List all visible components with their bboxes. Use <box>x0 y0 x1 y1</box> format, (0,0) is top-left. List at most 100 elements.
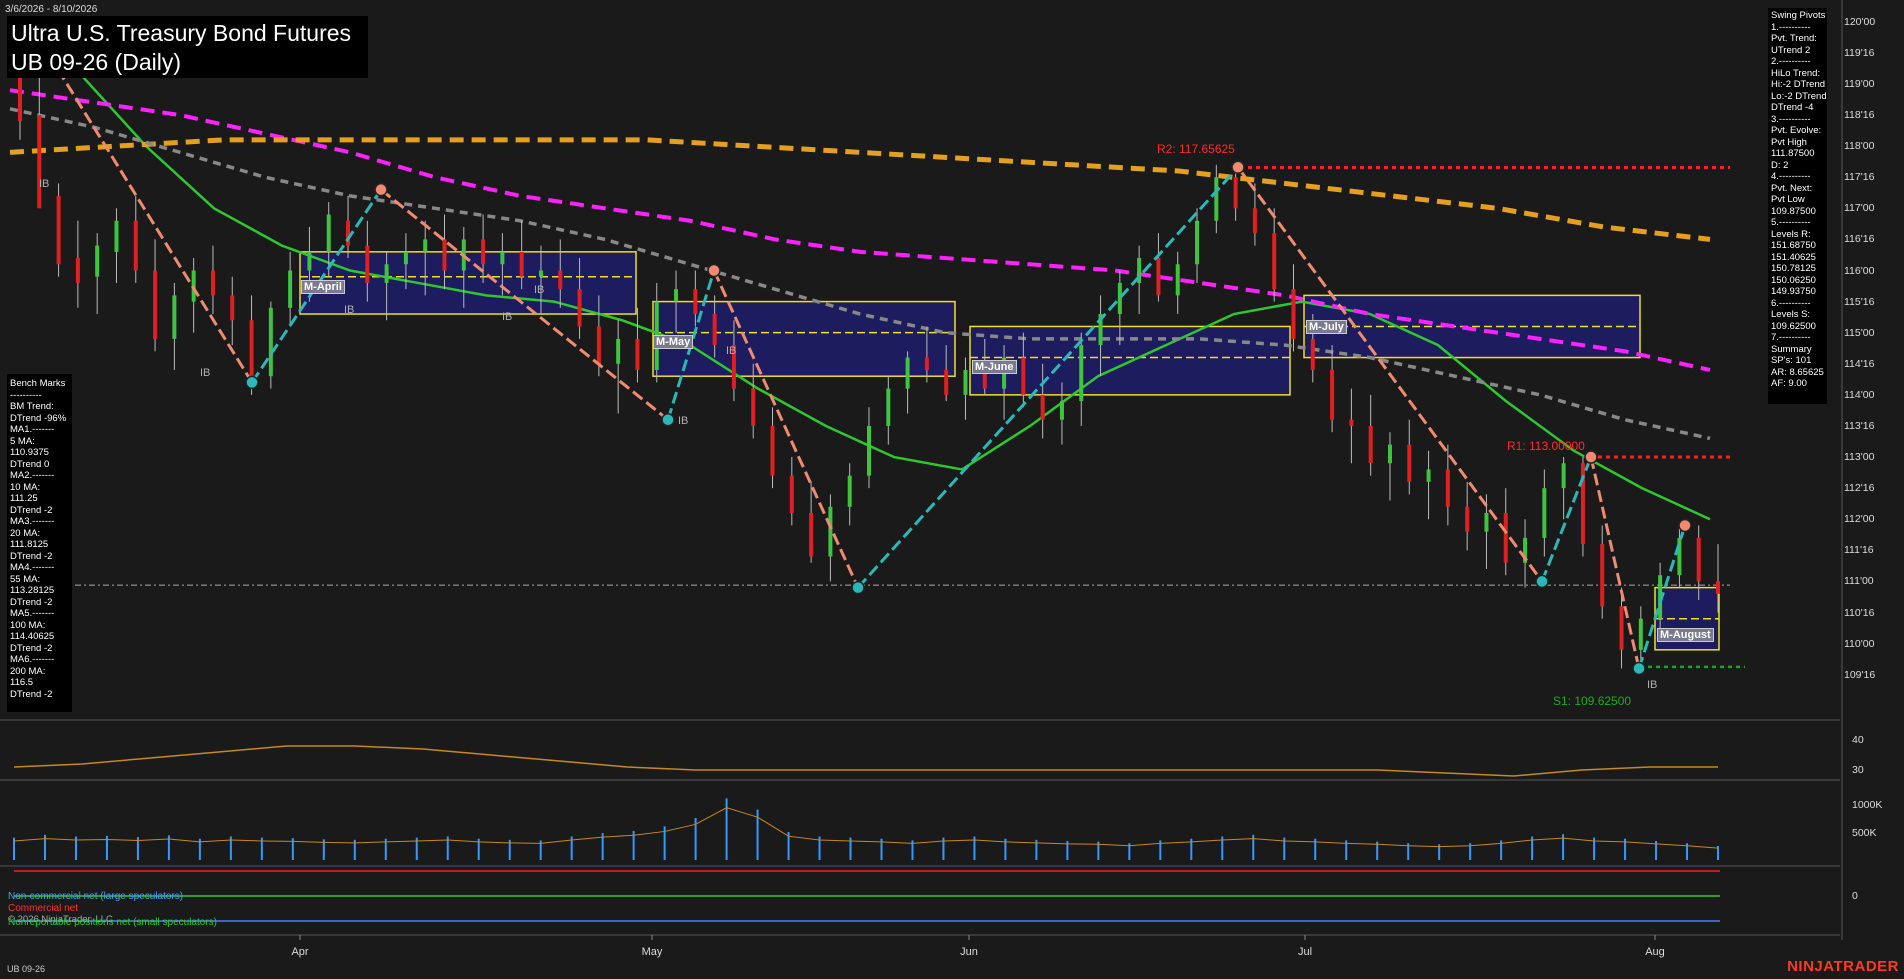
price-tick: 116'00 <box>1844 264 1875 277</box>
instrument-footer: UB 09-26 <box>7 964 46 974</box>
price-tick: 119'16 <box>1844 46 1875 59</box>
pivot-leg <box>1589 456 1641 669</box>
price-tick: 112'16 <box>1844 482 1875 495</box>
price-tick: 111'16 <box>1844 544 1874 557</box>
bench-mark-line: 113.28125 <box>10 585 55 596</box>
pivot-low-marker <box>1632 661 1646 676</box>
candle-down <box>1252 208 1257 234</box>
swing-pivot-line: Pvt. Next: <box>1771 182 1813 194</box>
candle-down <box>635 338 640 370</box>
swing-pivot-line: Pvt. Trend: <box>1771 33 1817 44</box>
bench-mark-line: 100 MA: <box>10 619 46 631</box>
candle-up <box>403 251 408 265</box>
ib-label: IB <box>534 284 545 296</box>
candle-up <box>423 239 428 252</box>
date-tick: Jul <box>1297 946 1313 958</box>
swing-pivot-line: 149.93750 <box>1771 286 1816 297</box>
ib-label: IB <box>678 415 689 427</box>
date-tick: May <box>641 946 663 958</box>
candle-down <box>1040 394 1045 420</box>
candle-down <box>249 320 254 377</box>
candle-down <box>1407 444 1412 482</box>
moving-average-line <box>9 33 1711 521</box>
ib-label: IB <box>726 345 737 357</box>
candle-down <box>789 475 794 514</box>
candle-down <box>770 425 775 476</box>
candle-up <box>963 369 968 395</box>
indicator-tick: 40 <box>1852 734 1864 746</box>
candle-down <box>346 220 351 246</box>
bench-mark-line: MA6.------- <box>10 654 55 665</box>
price-tick: 113'16 <box>1844 419 1875 432</box>
date-tick: Jun <box>960 946 978 958</box>
bench-mark-line: DTrend -2 <box>10 504 53 516</box>
candle-down <box>1503 513 1508 563</box>
candle-up <box>886 388 891 426</box>
candle-down <box>558 270 563 290</box>
month-tag-june: M-June <box>972 360 1017 374</box>
bench-mark-line: Bench Marks <box>10 378 66 389</box>
bench-mark-line: 20 MA: <box>10 527 41 539</box>
swing-pivot-line: SP's: 101 <box>1771 355 1812 366</box>
candle-down <box>1291 289 1296 339</box>
legend-nonreportable: Nonreportable positions net (small specu… <box>8 917 217 928</box>
candle-down <box>1349 419 1354 426</box>
price-tick: 110'16 <box>1844 606 1875 619</box>
swing-pivot-line: Pvt High <box>1771 136 1807 148</box>
candle-down <box>519 251 524 277</box>
date-tick: Aug <box>1645 946 1665 958</box>
bench-mark-line: BM Trend: <box>10 401 54 412</box>
candle-up <box>674 289 679 302</box>
price-tick: 118'16 <box>1844 109 1875 122</box>
price-tick: 120'00 <box>1844 15 1876 28</box>
price-tick: 117'00 <box>1844 202 1875 215</box>
candle-down <box>442 239 447 271</box>
bench-mark-line: ---------- <box>10 389 42 401</box>
price-tick: 119'00 <box>1844 77 1875 90</box>
candle-down <box>1330 369 1335 420</box>
price-tick: 111'00 <box>1844 575 1874 588</box>
bench-mark-line: 5 MA: <box>10 435 35 447</box>
candle-up <box>268 307 273 377</box>
candle-down <box>210 270 215 296</box>
adx-line <box>13 745 1718 777</box>
legend-commercial: Commercial net <box>8 903 79 914</box>
price-tick: 112'00 <box>1844 513 1875 526</box>
swing-pivot-line: 1.---------- <box>1771 21 1811 33</box>
indicator-tick: 0 <box>1852 890 1858 902</box>
price-tick: 114'16 <box>1844 357 1875 370</box>
candle-down <box>596 326 601 364</box>
bench-mark-line: MA2.------- <box>10 470 55 481</box>
swing-pivot-line: AR: 8.65625 <box>1771 366 1824 378</box>
r1-label: R1: 113.00000 <box>1507 439 1585 453</box>
indicator-tick: 1000K <box>1852 799 1883 811</box>
candle-down <box>1310 338 1315 370</box>
candle-up <box>95 245 100 277</box>
instrument-subtitle: UB 09-26 (Daily) <box>11 49 181 75</box>
swing-pivot-line: DTrend -4 <box>1771 102 1814 113</box>
candle-down <box>75 258 80 283</box>
candle-down <box>1233 177 1238 209</box>
price-tick: 114'00 <box>1844 388 1875 401</box>
ib-label: IB <box>1647 679 1658 691</box>
candle-down <box>1716 581 1720 594</box>
swing-pivot-line: HiLo Trend: <box>1771 67 1821 79</box>
chart-canvas[interactable] <box>0 0 1904 979</box>
indicator-tick: 500K <box>1852 827 1877 839</box>
candle-up <box>828 506 833 557</box>
ib-label: IB <box>502 311 513 323</box>
swing-pivot-line: 150.78125 <box>1771 263 1816 274</box>
swing-pivot-line: D: 2 <box>1771 159 1789 171</box>
price-tick: 113'00 <box>1844 451 1875 464</box>
month-tag-july: M-July <box>1306 320 1347 334</box>
candle-up <box>114 220 119 252</box>
bench-mark-line: 116.5 <box>10 677 34 688</box>
candle-up <box>326 214 331 252</box>
candle-up <box>1175 264 1180 296</box>
indicator-tick: 30 <box>1852 764 1864 776</box>
candle-down <box>1619 606 1624 650</box>
candle-down <box>365 245 370 283</box>
swing-pivot-line: 111.87500 <box>1771 148 1815 159</box>
candle-up <box>1387 444 1392 464</box>
candle-up <box>172 295 177 339</box>
